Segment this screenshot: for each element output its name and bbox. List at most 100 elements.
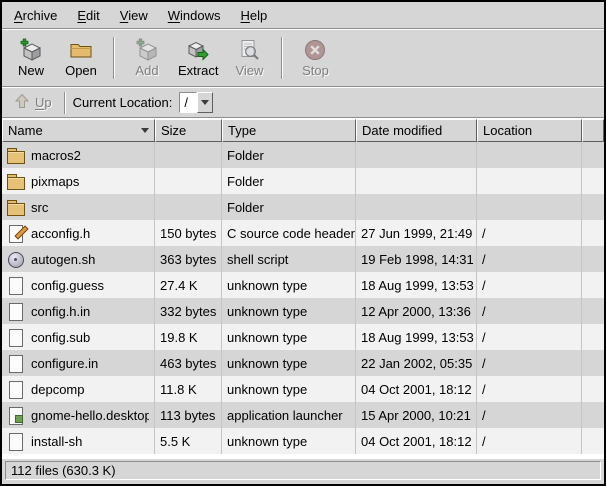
file-name: config.guess: [31, 278, 104, 293]
doc-icon: [6, 277, 26, 294]
view-button[interactable]: View: [224, 32, 274, 84]
file-name-cell: config.guess: [2, 272, 155, 298]
file-date-modified: 15 Apr 2000, 10:21: [356, 402, 477, 428]
column-header-location[interactable]: Location: [477, 119, 582, 142]
row-filler: [582, 194, 604, 220]
doc-icon: [6, 303, 26, 320]
file-type: unknown type: [222, 324, 356, 350]
table-row[interactable]: config.guess 27.4 K unknown type 18 Aug …: [2, 272, 604, 298]
file-name: macros2: [31, 148, 81, 163]
table-row[interactable]: autogen.sh 363 bytes shell script 19 Feb…: [2, 246, 604, 272]
file-location: /: [477, 246, 582, 272]
menu-view-mnemonic: V: [120, 8, 128, 23]
menu-view-label: iew: [128, 8, 148, 23]
row-filler: [582, 272, 604, 298]
file-location: /: [477, 298, 582, 324]
stop-button[interactable]: Stop: [290, 32, 340, 84]
menubar: Archive Edit View Windows Help: [2, 2, 604, 29]
file-location: /: [477, 376, 582, 402]
up-button[interactable]: Up: [9, 91, 57, 114]
table-row[interactable]: config.sub 19.8 K unknown type 18 Aug 19…: [2, 324, 604, 350]
table-row[interactable]: depcomp 11.8 K unknown type 04 Oct 2001,…: [2, 376, 604, 402]
file-size: 27.4 K: [155, 272, 222, 298]
row-filler: [582, 376, 604, 402]
open-button[interactable]: Open: [56, 32, 106, 84]
file-type: unknown type: [222, 428, 356, 454]
file-size: 363 bytes: [155, 246, 222, 272]
doc-icon: [6, 355, 26, 372]
menu-edit[interactable]: Edit: [67, 3, 109, 28]
row-filler: [582, 142, 604, 168]
file-size: 332 bytes: [155, 298, 222, 324]
location-value[interactable]: /: [179, 92, 197, 113]
file-name-cell: install-sh: [2, 428, 155, 454]
file-size: [155, 142, 222, 168]
file-size: 113 bytes: [155, 402, 222, 428]
table-row[interactable]: configure.in 463 bytes unknown type 22 J…: [2, 350, 604, 376]
current-location-label: Current Location:: [73, 95, 173, 110]
file-size: [155, 194, 222, 220]
add-button-label: Add: [135, 63, 158, 78]
up-arrow-icon: [14, 93, 30, 112]
file-name: depcomp: [31, 382, 84, 397]
table-row[interactable]: macros2 Folder: [2, 142, 604, 168]
table-header: Name Size Type Date modified Location: [2, 119, 604, 142]
add-button[interactable]: Add: [122, 32, 172, 84]
row-filler: [582, 350, 604, 376]
table-row[interactable]: pixmaps Folder: [2, 168, 604, 194]
c-header-icon: [6, 225, 26, 242]
row-filler: [582, 298, 604, 324]
file-name-cell: macros2: [2, 142, 155, 168]
menu-archive[interactable]: Archive: [4, 3, 67, 28]
file-date-modified: 18 Aug 1999, 13:53: [356, 272, 477, 298]
menu-windows-label: indows: [180, 8, 220, 23]
extract-button-label: Extract: [178, 63, 218, 78]
file-location: [477, 194, 582, 220]
file-name: acconfig.h: [31, 226, 90, 241]
file-location: /: [477, 350, 582, 376]
archive-manager-window: Archive Edit View Windows Help New: [0, 0, 606, 486]
menu-windows[interactable]: Windows: [158, 3, 231, 28]
file-date-modified: [356, 168, 477, 194]
table-row[interactable]: acconfig.h 150 bytes C source code heade…: [2, 220, 604, 246]
column-header-size[interactable]: Size: [155, 119, 222, 142]
extract-button[interactable]: Extract: [172, 32, 224, 84]
new-button[interactable]: New: [6, 32, 56, 84]
table-row[interactable]: gnome-hello.desktop 113 bytes applicatio…: [2, 402, 604, 428]
combo-dropdown-button[interactable]: [197, 92, 213, 113]
file-location: /: [477, 272, 582, 298]
file-name: gnome-hello.desktop: [31, 408, 149, 423]
file-date-modified: 27 Jun 1999, 21:49: [356, 220, 477, 246]
file-name: pixmaps: [31, 174, 79, 189]
column-header-name[interactable]: Name: [2, 119, 155, 142]
file-date-modified: [356, 194, 477, 220]
file-date-modified: 18 Aug 1999, 13:53: [356, 324, 477, 350]
file-date-modified: 19 Feb 1998, 14:31: [356, 246, 477, 272]
table-row[interactable]: src Folder: [2, 194, 604, 220]
file-type: unknown type: [222, 272, 356, 298]
menu-view[interactable]: View: [110, 3, 158, 28]
file-size: 463 bytes: [155, 350, 222, 376]
column-header-type[interactable]: Type: [222, 119, 356, 142]
view-file-icon: [237, 38, 261, 62]
file-name-cell: configure.in: [2, 350, 155, 376]
file-name: install-sh: [31, 434, 82, 449]
doc-icon: [6, 433, 26, 450]
up-button-label: Up: [35, 95, 52, 110]
menu-help[interactable]: Help: [230, 3, 277, 28]
file-location: /: [477, 220, 582, 246]
file-location: [477, 168, 582, 194]
file-date-modified: 04 Oct 2001, 18:12: [356, 376, 477, 402]
location-combo[interactable]: /: [179, 92, 213, 113]
sort-indicator-icon: [141, 128, 149, 133]
column-header-date-modified[interactable]: Date modified: [356, 119, 477, 142]
file-name: config.sub: [31, 330, 90, 345]
file-type: application launcher: [222, 402, 356, 428]
table-row[interactable]: config.h.in 332 bytes unknown type 12 Ap…: [2, 298, 604, 324]
menu-help-label: elp: [250, 8, 267, 23]
menu-windows-mnemonic: W: [168, 8, 180, 23]
file-name-cell: pixmaps: [2, 168, 155, 194]
table-row[interactable]: install-sh 5.5 K unknown type 04 Oct 200…: [2, 428, 604, 454]
file-date-modified: 22 Jan 2002, 05:35: [356, 350, 477, 376]
new-button-label: New: [18, 63, 44, 78]
